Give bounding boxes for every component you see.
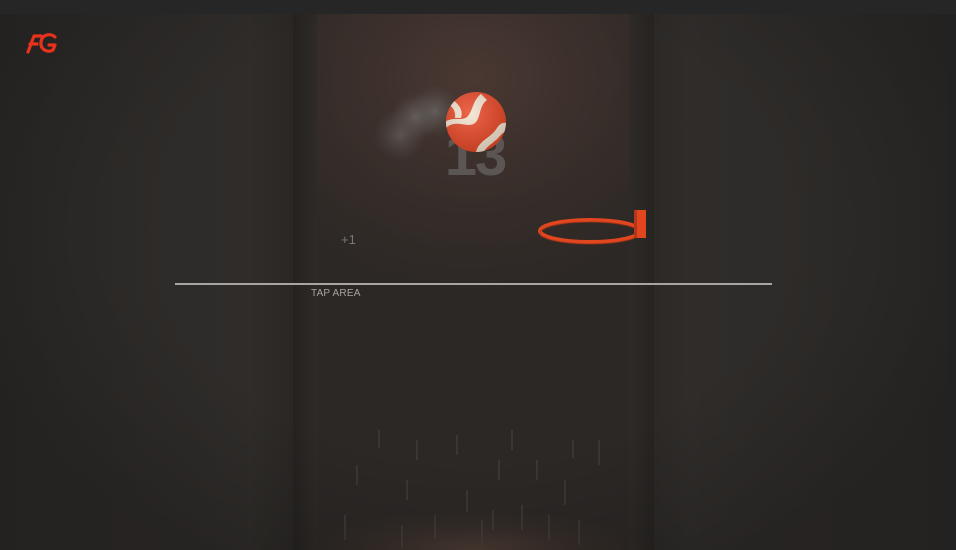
left-wall (0, 14, 248, 550)
tap-area-label: TAP AREA (311, 288, 361, 299)
hoop-icon (538, 210, 646, 245)
basketball-icon (446, 92, 506, 152)
top-bar (0, 0, 956, 14)
right-edge (948, 14, 956, 550)
fg-logo-icon[interactable] (24, 30, 62, 56)
tap-area-line[interactable] (175, 283, 772, 285)
game-stage[interactable]: 13 +1 TAP AREA (0, 0, 956, 550)
right-wall-inner (654, 14, 698, 550)
right-wall-edge (629, 14, 654, 550)
score-popup: +1 (341, 232, 356, 247)
left-wall-inner (248, 14, 293, 550)
rain-streaks (344, 430, 600, 548)
right-wall (698, 14, 948, 550)
left-wall-edge (293, 14, 317, 550)
